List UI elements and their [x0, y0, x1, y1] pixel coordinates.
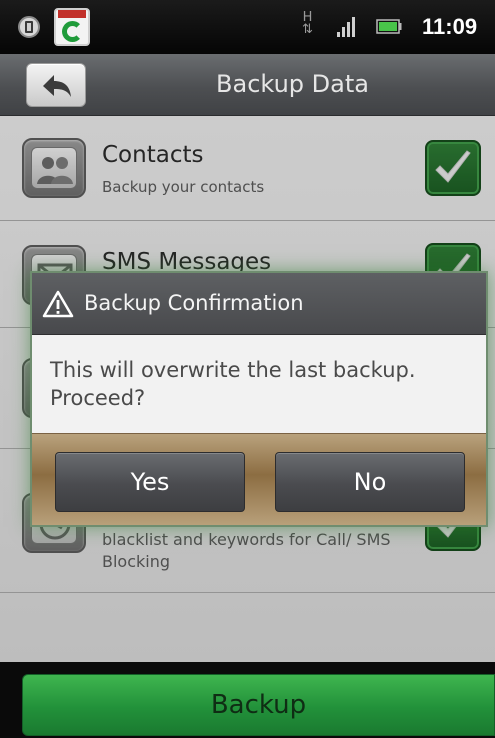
page-title: Backup Data: [216, 70, 369, 98]
settings-gear-icon: [18, 16, 40, 38]
app-header: Backup Data: [0, 54, 495, 116]
dialog-message: This will overwrite the last backup. Pro…: [50, 358, 416, 410]
network-type-icon: H ⇅: [302, 10, 313, 37]
bottom-bar: Backup: [0, 662, 495, 738]
dialog-body: This will overwrite the last backup. Pro…: [32, 336, 486, 433]
warning-icon: [42, 290, 74, 318]
backup-button[interactable]: Backup: [22, 674, 495, 736]
yes-button[interactable]: Yes: [55, 452, 245, 512]
dialog-title: Backup Confirmation: [84, 291, 304, 315]
status-bar: H ⇅ 11:09: [0, 0, 495, 54]
status-time: 11:09: [422, 14, 478, 39]
battery-icon: [376, 19, 402, 34]
no-button[interactable]: No: [275, 452, 465, 512]
signal-strength-icon: [337, 17, 355, 37]
comodo-app-icon: [54, 8, 90, 46]
backup-confirmation-dialog: Backup Confirmation This will overwrite …: [30, 271, 488, 527]
dialog-header: Backup Confirmation: [32, 273, 486, 335]
dialog-buttons: Yes No: [32, 433, 486, 525]
